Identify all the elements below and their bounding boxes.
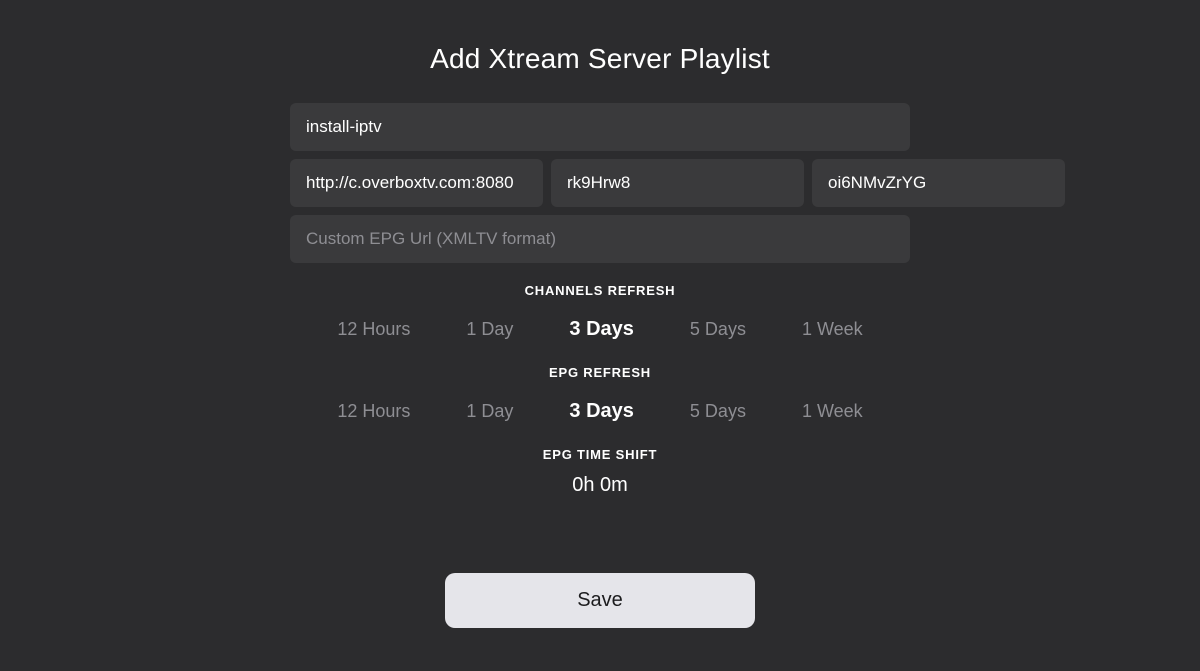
channels-3days-button[interactable]: 3 Days (541, 310, 662, 349)
url-input[interactable] (290, 159, 543, 207)
epg-3days-button[interactable]: 3 Days (541, 392, 662, 431)
epg-time-shift-label: EPG TIME SHIFT (543, 447, 657, 462)
dialog-title: Add Xtream Server Playlist (430, 43, 770, 75)
channels-12h-button[interactable]: 12 Hours (309, 311, 438, 348)
username-input[interactable] (551, 159, 804, 207)
playlist-name-row (290, 103, 910, 151)
epg-1day-button[interactable]: 1 Day (438, 393, 541, 430)
dialog-container: Add Xtream Server Playlist CHANNELS REFR… (290, 43, 910, 628)
epg-refresh-label: EPG REFRESH (549, 365, 651, 380)
save-button[interactable]: Save (445, 573, 755, 628)
form-area (290, 103, 910, 263)
credentials-row (290, 159, 910, 207)
epg-url-row (290, 215, 910, 263)
channels-1week-button[interactable]: 1 Week (774, 311, 891, 348)
password-input[interactable] (812, 159, 1065, 207)
epg-1week-button[interactable]: 1 Week (774, 393, 891, 430)
epg-refresh-section: EPG REFRESH 12 Hours 1 Day 3 Days 5 Days… (290, 365, 910, 431)
epg-5days-button[interactable]: 5 Days (662, 393, 774, 430)
epg-time-shift-section: EPG TIME SHIFT 0h 0m (290, 447, 910, 497)
epg-url-input[interactable] (290, 215, 910, 263)
channels-refresh-options: 12 Hours 1 Day 3 Days 5 Days 1 Week (290, 310, 910, 349)
channels-refresh-section: CHANNELS REFRESH 12 Hours 1 Day 3 Days 5… (290, 283, 910, 349)
playlist-name-input[interactable] (290, 103, 910, 151)
epg-time-shift-value[interactable]: 0h 0m (572, 474, 628, 497)
channels-refresh-label: CHANNELS REFRESH (525, 283, 676, 298)
channels-1day-button[interactable]: 1 Day (438, 311, 541, 348)
epg-12h-button[interactable]: 12 Hours (309, 393, 438, 430)
epg-refresh-options: 12 Hours 1 Day 3 Days 5 Days 1 Week (290, 392, 910, 431)
channels-5days-button[interactable]: 5 Days (662, 311, 774, 348)
